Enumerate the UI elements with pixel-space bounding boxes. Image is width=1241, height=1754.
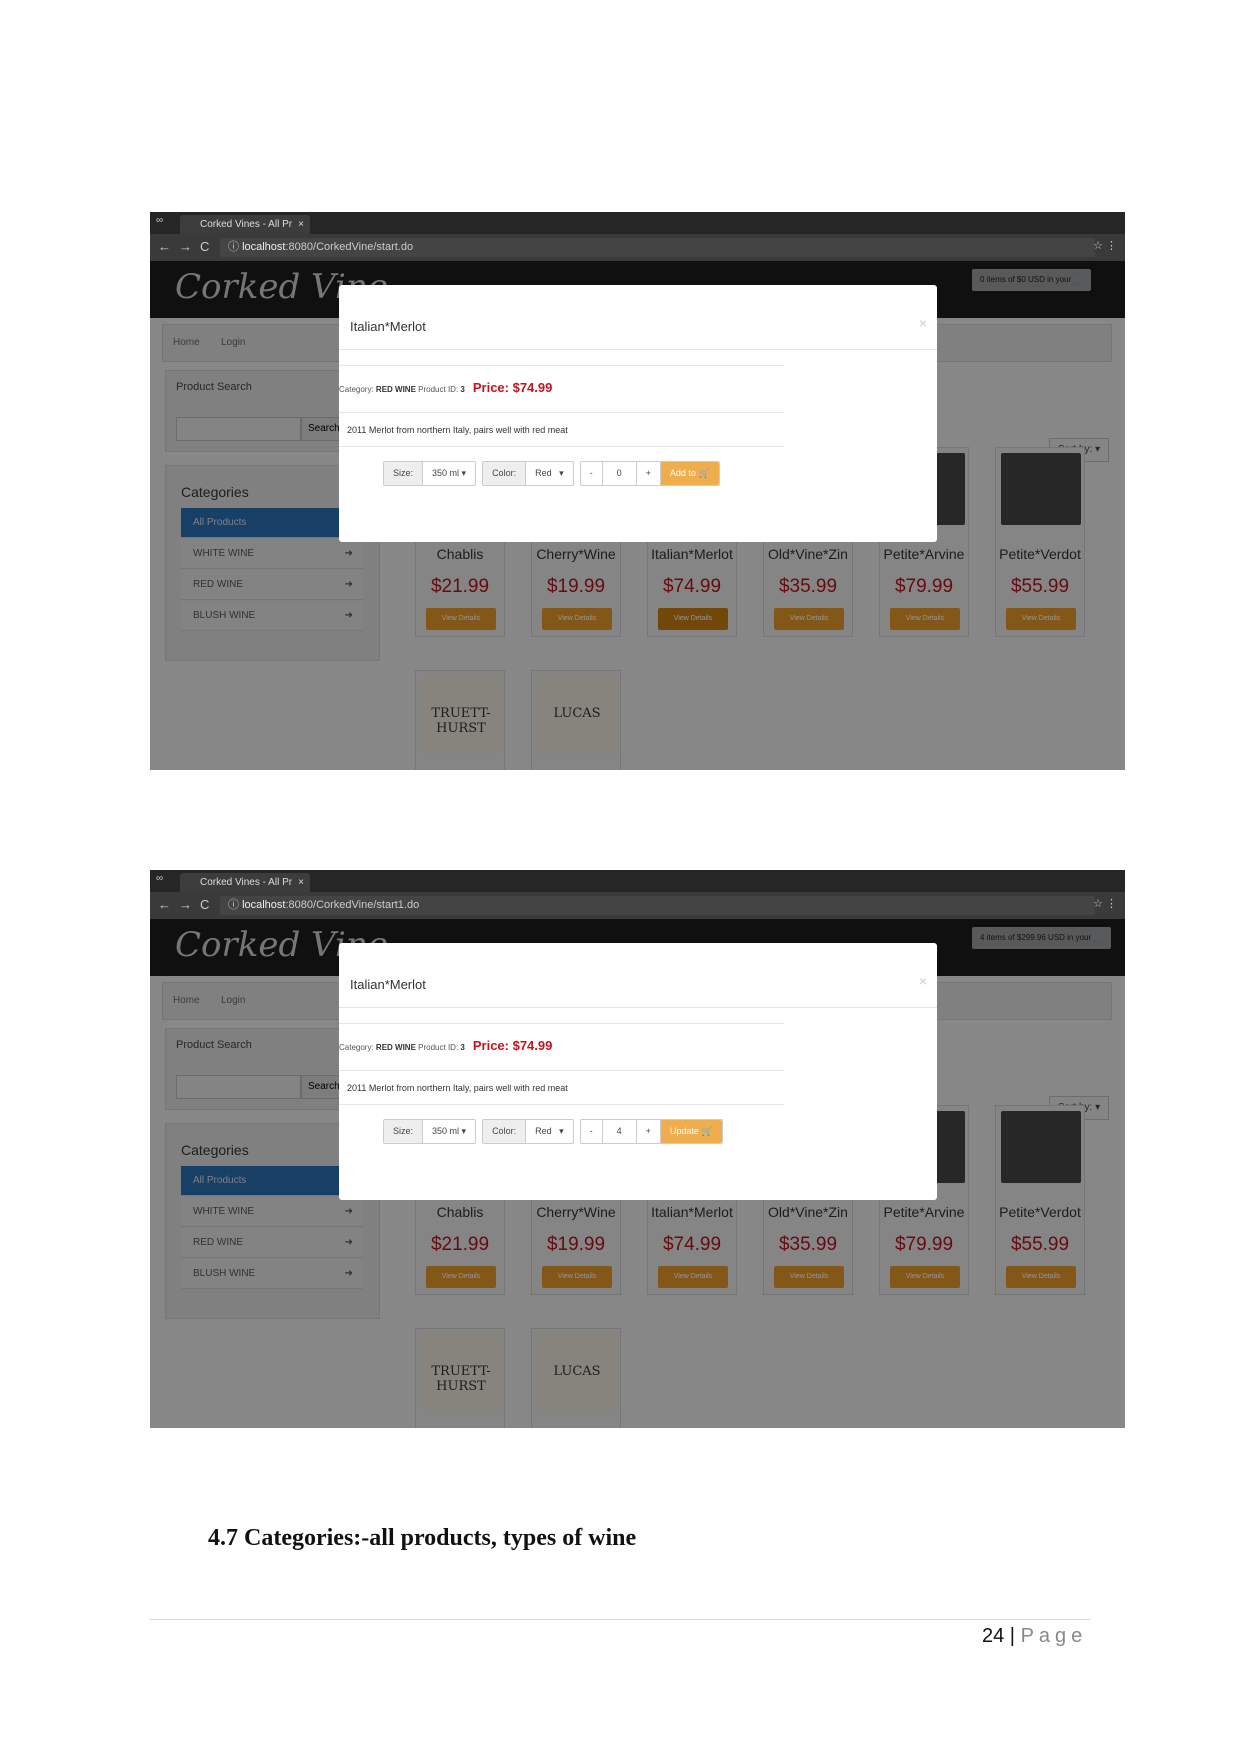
product-id-label: Product ID: (418, 385, 459, 394)
color-label: Color: (483, 1120, 527, 1143)
size-value: 350 ml (432, 468, 460, 478)
divider (339, 1104, 784, 1105)
section-heading: 4.7 Categories:-all products, types of w… (208, 1525, 637, 1551)
browser-screenshot: ∞ Corked Vines - All Pr × ←→C ⓘ localhost… (150, 212, 1125, 770)
cart-icon: 🛒 (698, 468, 710, 478)
nav-arrows-icon[interactable]: ←→C (158, 239, 217, 254)
product-meta: Category: RED WINE Product ID: 3 Price: $… (339, 380, 552, 395)
size-label: Size: (384, 462, 424, 485)
increment-button[interactable]: + (637, 462, 661, 485)
color-value: Red (535, 1126, 552, 1136)
quantity-input[interactable]: 0 (603, 462, 637, 485)
menu-icon[interactable]: ⋮ (1106, 239, 1117, 252)
add-to-cart-button[interactable]: Add to 🛒 (660, 462, 719, 485)
url-host: localhost (242, 899, 286, 911)
browser-tab[interactable]: Corked Vines - All Pr × (180, 215, 310, 234)
modal-title: Italian*Merlot (350, 319, 426, 334)
address-bar: ←→C ⓘ localhost:8080/CorkedVine/start1.d… (150, 892, 1125, 919)
category-value: RED WINE (375, 385, 416, 394)
product-id-value: 3 (460, 1043, 465, 1052)
color-select[interactable]: Red ▾ (526, 1120, 573, 1143)
category-label: Category: (339, 385, 374, 394)
divider (339, 1070, 784, 1071)
nav-arrows-icon[interactable]: ←→C (158, 897, 217, 912)
tab-title: Corked Vines - All Pr (200, 877, 293, 888)
url-path: :8080/CorkedVine/start.do (285, 241, 414, 253)
menu-icon[interactable]: ⋮ (1106, 897, 1117, 910)
divider (339, 365, 784, 366)
size-label: Size: (384, 1120, 424, 1143)
close-tab-icon[interactable]: × (298, 873, 304, 892)
incognito-icon: ∞ (156, 873, 164, 884)
decrement-button[interactable]: - (581, 1120, 603, 1143)
page-label: Page (1020, 1625, 1088, 1647)
url-field[interactable]: ⓘ localhost:8080/CorkedVine/start.do (220, 238, 1095, 257)
size-value: 350 ml (432, 1126, 460, 1136)
size-select[interactable]: 350 ml ▾ (423, 1120, 475, 1143)
close-icon[interactable]: × (919, 315, 927, 331)
color-label: Color: (483, 462, 527, 485)
close-icon[interactable]: × (919, 973, 927, 989)
add-to-cart-button[interactable]: Update 🛒 (660, 1120, 722, 1143)
close-tab-icon[interactable]: × (298, 215, 304, 234)
action-label: Update (669, 1126, 699, 1136)
address-bar: ←→C ⓘ localhost:8080/CorkedVine/start.do… (150, 234, 1125, 261)
cart-icon: 🛒 (701, 1126, 713, 1136)
divider (339, 412, 784, 413)
url-host: localhost (242, 241, 286, 253)
increment-button[interactable]: + (637, 1120, 661, 1143)
category-value: RED WINE (375, 1043, 416, 1052)
tab-bar: ∞ Corked Vines - All Pr × (150, 212, 1125, 234)
page-number-value: 24 (982, 1625, 1005, 1647)
modal-title: Italian*Merlot (350, 977, 426, 992)
modal-price: Price: $74.99 (472, 1038, 553, 1053)
quantity-stepper: -0 + Add to 🛒 (579, 461, 720, 486)
modal-price: Price: $74.99 (472, 380, 553, 395)
color-select-group: Color: Red ▾ (482, 1119, 574, 1144)
color-select[interactable]: Red ▾ (526, 462, 573, 485)
product-description: 2011 Merlot from northern Italy, pairs w… (347, 425, 568, 435)
action-label: Add to (669, 468, 696, 478)
category-label: Category: (339, 1043, 374, 1052)
product-id-value: 3 (460, 385, 465, 394)
quantity-input[interactable]: 4 (603, 1120, 637, 1143)
product-meta: Category: RED WINE Product ID: 3 Price: $… (339, 1038, 552, 1053)
product-modal: Italian*Merlot × Category: RED WINE Prod… (339, 943, 937, 1200)
size-select[interactable]: 350 ml ▾ (423, 462, 475, 485)
product-modal: Italian*Merlot × Category: RED WINE Prod… (339, 285, 937, 542)
tab-title: Corked Vines - All Pr (200, 219, 293, 230)
color-value: Red (535, 468, 552, 478)
tab-bar: ∞ Corked Vines - All Pr × (150, 870, 1125, 892)
incognito-icon: ∞ (156, 215, 164, 226)
divider (339, 1007, 937, 1008)
divider (339, 349, 937, 350)
product-description: 2011 Merlot from northern Italy, pairs w… (347, 1083, 568, 1093)
divider (339, 446, 784, 447)
page-number: 24 | Page (982, 1625, 1088, 1647)
purchase-controls: Size: 350 ml ▾ Color: Red ▾ -4 + Update 🛒 (383, 1119, 723, 1144)
divider (339, 1023, 784, 1024)
browser-tab[interactable]: Corked Vines - All Pr × (180, 873, 310, 892)
size-select-group: Size: 350 ml ▾ (383, 1119, 477, 1144)
product-id-label: Product ID: (418, 1043, 459, 1052)
star-icon[interactable]: ☆ (1093, 239, 1103, 252)
decrement-button[interactable]: - (581, 462, 603, 485)
purchase-controls: Size: 350 ml ▾ Color: Red ▾ -0 + Add to 🛒 (383, 461, 720, 486)
footer-divider (150, 1619, 1090, 1620)
url-field[interactable]: ⓘ localhost:8080/CorkedVine/start1.do (220, 896, 1095, 915)
color-select-group: Color: Red ▾ (482, 461, 574, 486)
star-icon[interactable]: ☆ (1093, 897, 1103, 910)
url-path: :8080/CorkedVine/start1.do (285, 899, 420, 911)
size-select-group: Size: 350 ml ▾ (383, 461, 477, 486)
browser-screenshot: ∞ Corked Vines - All Pr × ←→C ⓘ localhost… (150, 870, 1125, 1428)
quantity-stepper: -4 + Update 🛒 (579, 1119, 723, 1144)
